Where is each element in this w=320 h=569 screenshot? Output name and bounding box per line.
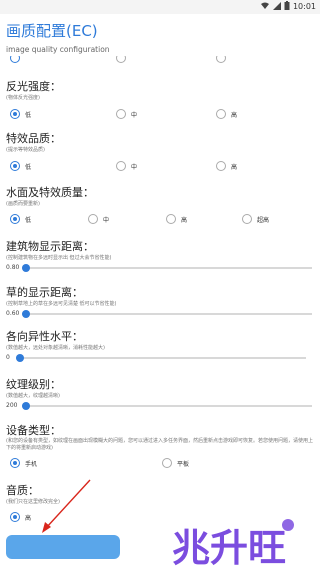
anisotropic-desc: (数值越大，远处对象越清晰，消耗性能越大) bbox=[6, 345, 105, 351]
status-time: 10:01 bbox=[292, 2, 316, 11]
effects-title: 特效品质： bbox=[6, 132, 61, 145]
water-option-high[interactable]: 高 bbox=[166, 214, 187, 224]
radio-checked-icon bbox=[10, 214, 20, 224]
anisotropic-value: 0 bbox=[6, 354, 10, 361]
water-desc: (画质而要重新) bbox=[6, 201, 40, 207]
device-desc: (和您的设备有类型，如纹理在画面出现模糊大的问题，您可以通过进入多任务界面，然后… bbox=[6, 438, 313, 451]
radio-checked-icon bbox=[10, 458, 20, 468]
grass-distance-value: 0.60 bbox=[6, 310, 20, 317]
radio-label: 手机 bbox=[25, 460, 38, 468]
effects-option-low[interactable]: 低 bbox=[10, 161, 31, 171]
audio-title: 音质： bbox=[6, 484, 39, 497]
audio-desc: (我们只在这里修改完全) bbox=[6, 499, 60, 505]
radio-icon bbox=[162, 458, 172, 468]
reflection-option-high[interactable]: 高 bbox=[216, 109, 237, 119]
device-option-phone[interactable]: 手机 bbox=[10, 458, 37, 468]
water-option-low[interactable]: 低 bbox=[10, 214, 31, 224]
partial-radio[interactable] bbox=[216, 56, 226, 63]
texture-slider[interactable] bbox=[22, 402, 312, 410]
radio-label: 高 bbox=[231, 111, 238, 119]
battery-icon bbox=[284, 1, 290, 10]
texture-desc: (数值越大，纹理越清晰) bbox=[6, 393, 60, 399]
slider-thumb[interactable] bbox=[22, 264, 30, 272]
reflection-option-low[interactable]: 低 bbox=[10, 109, 31, 119]
watermark-logo: 兆升旺 bbox=[171, 519, 294, 569]
anisotropic-title: 各向异性水平： bbox=[6, 330, 83, 343]
page-header: 画质配置(EC) image quality configuration bbox=[6, 20, 110, 54]
radio-label: 高 bbox=[25, 514, 32, 522]
radio-label: 中 bbox=[131, 163, 138, 171]
radio-label: 低 bbox=[25, 111, 32, 119]
device-option-tablet[interactable]: 平板 bbox=[162, 458, 189, 468]
slider-thumb[interactable] bbox=[22, 402, 30, 410]
radio-checked-icon bbox=[10, 161, 20, 171]
radio-label: 高 bbox=[231, 163, 238, 171]
radio-icon bbox=[166, 214, 176, 224]
radio-label: 中 bbox=[131, 111, 138, 119]
effects-desc: (提示等特效品质) bbox=[6, 147, 45, 153]
radio-label: 平板 bbox=[177, 460, 190, 468]
wifi-icon bbox=[261, 2, 269, 9]
status-bar: 10:01 bbox=[0, 0, 320, 14]
radio-icon bbox=[216, 161, 226, 171]
water-title: 水面及特效质量： bbox=[6, 186, 94, 199]
watermark-text: 兆升旺 bbox=[172, 526, 286, 569]
building-distance-title: 建筑物显示距离： bbox=[6, 240, 94, 253]
partial-radio-row bbox=[0, 56, 320, 64]
grass-distance-slider[interactable] bbox=[22, 310, 312, 318]
water-option-ultra[interactable]: 超高 bbox=[242, 214, 269, 224]
radio-label: 高 bbox=[181, 216, 188, 224]
page-subtitle: image quality configuration bbox=[6, 45, 110, 54]
page-title: 画质配置(EC) bbox=[6, 22, 98, 40]
radio-checked-icon bbox=[10, 109, 20, 119]
building-distance-value: 0.80 bbox=[6, 264, 20, 271]
texture-title: 纹理级别： bbox=[6, 378, 61, 391]
radio-icon bbox=[242, 214, 252, 224]
device-title: 设备类型： bbox=[6, 424, 61, 437]
radio-icon bbox=[116, 161, 126, 171]
radio-icon bbox=[216, 109, 226, 119]
partial-radio[interactable] bbox=[10, 56, 20, 63]
radio-label: 中 bbox=[103, 216, 110, 224]
radio-label: 低 bbox=[25, 163, 32, 171]
radio-icon bbox=[88, 214, 98, 224]
radio-label: 低 bbox=[25, 216, 32, 224]
reflection-title: 反光强度： bbox=[6, 80, 61, 93]
anisotropic-slider[interactable] bbox=[16, 354, 306, 362]
slider-thumb[interactable] bbox=[22, 310, 30, 318]
signal-icon bbox=[273, 1, 281, 10]
slider-thumb[interactable] bbox=[16, 354, 24, 362]
radio-icon bbox=[116, 109, 126, 119]
texture-value: 200 bbox=[6, 402, 18, 409]
reflection-option-medium[interactable]: 中 bbox=[116, 109, 137, 119]
building-distance-slider[interactable] bbox=[22, 264, 312, 272]
reflection-desc: (物体反光强度) bbox=[6, 95, 40, 101]
partial-radio[interactable] bbox=[116, 56, 126, 63]
apply-button[interactable] bbox=[6, 535, 120, 559]
audio-option-high[interactable]: 高 bbox=[10, 512, 31, 522]
radio-checked-icon bbox=[10, 512, 20, 522]
status-icons bbox=[260, 1, 290, 10]
grass-distance-desc: (控制草地上的草在多远可见清楚 低可以节省性能) bbox=[6, 301, 117, 307]
effects-option-medium[interactable]: 中 bbox=[116, 161, 137, 171]
radio-label: 超高 bbox=[257, 216, 270, 224]
building-distance-desc: (控制建筑物在多远时显示出 但过大会节省性能) bbox=[6, 255, 112, 261]
effects-option-high[interactable]: 高 bbox=[216, 161, 237, 171]
grass-distance-title: 草的显示距离： bbox=[6, 286, 83, 299]
water-option-medium[interactable]: 中 bbox=[88, 214, 109, 224]
